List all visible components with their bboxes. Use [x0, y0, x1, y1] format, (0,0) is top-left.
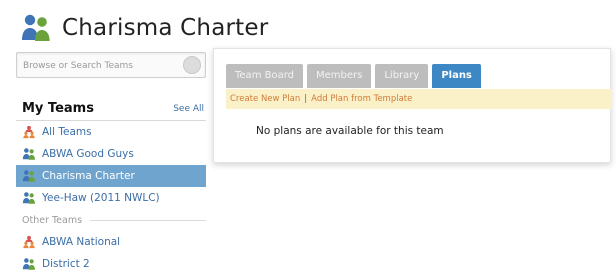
divider [90, 219, 206, 221]
add-plan-from-template-link[interactable]: Add Plan from Template [311, 94, 412, 104]
sidebar-item-all-teams[interactable]: All Teams [16, 121, 206, 143]
page-title: Charisma Charter [62, 15, 269, 41]
sidebar-item-district-2[interactable]: District 2 [16, 253, 206, 275]
team-people-icon [22, 169, 36, 183]
sidebar-item-label: Charisma Charter [42, 170, 135, 182]
empty-state-message: No plans are available for this team [256, 125, 444, 137]
tab-bar: Team Board Members Library Plans [226, 64, 485, 88]
team-people-icon [22, 147, 36, 161]
all-teams-icon [22, 235, 36, 249]
sidebar-item-abwa-good-guys[interactable]: ABWA Good Guys [16, 143, 206, 165]
sidebar-item-label: District 2 [42, 258, 90, 270]
my-teams-list: All Teams ABWA Good Guys Charisma Charte… [16, 121, 206, 209]
my-teams-header: My Teams See All [16, 98, 206, 116]
search-icon[interactable] [183, 56, 201, 74]
other-teams-separator: Other Teams [16, 209, 206, 231]
sidebar-item-label: ABWA Good Guys [42, 148, 134, 160]
my-teams-heading: My Teams [22, 101, 94, 116]
sidebar-item-charisma-charter[interactable]: Charisma Charter [16, 165, 206, 187]
all-teams-icon [22, 125, 36, 139]
other-teams-list: ABWA National District 2 [16, 231, 206, 275]
team-people-icon [18, 12, 54, 44]
sidebar-item-label: Yee-Haw (2011 NWLC) [42, 192, 160, 204]
sidebar-item-label: All Teams [42, 126, 92, 138]
plan-actions-bar: Create New Plan | Add Plan from Template [226, 89, 612, 109]
team-search-box [16, 52, 206, 78]
team-content-panel: Team Board Members Library Plans Create … [213, 48, 612, 163]
see-all-link[interactable]: See All [173, 104, 204, 114]
tab-plans[interactable]: Plans [432, 64, 481, 88]
page-header: Charisma Charter [18, 10, 268, 46]
sidebar-item-label: ABWA National [42, 236, 121, 248]
create-new-plan-link[interactable]: Create New Plan [230, 94, 300, 104]
tab-members[interactable]: Members [307, 64, 372, 88]
team-people-icon [22, 257, 36, 271]
team-people-icon [22, 191, 36, 205]
other-teams-label: Other Teams [22, 214, 83, 226]
sidebar-item-yee-haw[interactable]: Yee-Haw (2011 NWLC) [16, 187, 206, 209]
team-search-input[interactable] [17, 55, 179, 77]
tab-library[interactable]: Library [375, 64, 429, 88]
sidebar-item-abwa-national[interactable]: ABWA National [16, 231, 206, 253]
tab-team-board[interactable]: Team Board [226, 64, 303, 88]
actions-separator: | [304, 94, 308, 104]
sidebar: My Teams See All All Teams ABWA Good Guy… [16, 52, 206, 275]
